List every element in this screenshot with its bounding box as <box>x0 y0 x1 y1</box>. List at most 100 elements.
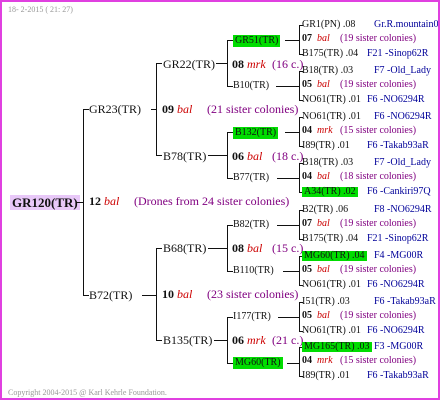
connector-line <box>277 225 299 226</box>
queen-b78[interactable]: B78(TR) <box>163 150 206 162</box>
drone-description: (19 sister colonies) <box>340 218 417 229</box>
connector-line <box>227 317 228 364</box>
sire-line-ref: F7 -Old_Lady <box>374 65 431 76</box>
drone-description: (15 sister colonies) <box>340 125 417 136</box>
queen-b135[interactable]: B135(TR) <box>163 334 212 346</box>
drone-origin-code: mrk <box>247 333 266 347</box>
connector-line <box>299 117 300 147</box>
connector-line <box>277 178 299 179</box>
connector-line <box>299 71 300 101</box>
drone-count-number: 12 <box>89 194 101 208</box>
connector-line <box>276 86 299 87</box>
queen-b10[interactable]: B10(TR) <box>233 81 269 91</box>
queen-gr23[interactable]: GR23(TR) <box>89 103 141 115</box>
drone-description: (23 sister colonies) <box>207 287 299 301</box>
queen-b68[interactable]: B68(TR) <box>163 242 206 254</box>
queen-b77[interactable]: B77(TR) <box>233 173 269 183</box>
drone-count-number: 05 <box>302 310 312 321</box>
connector-line <box>156 340 162 341</box>
sire-line-ref: F6 -NO6294R <box>374 111 432 122</box>
dam-line-ref: F6 -NO6294R <box>367 94 425 105</box>
connector-line <box>285 40 299 41</box>
sire-queen-ref[interactable]: NO61(TR) .01 <box>302 112 361 122</box>
connector-line <box>156 155 162 156</box>
drone-origin-code: bal <box>317 33 330 44</box>
connector-line <box>299 302 300 332</box>
drone-count-number: 05 <box>302 264 312 275</box>
connector-line <box>156 63 157 156</box>
dam-line-ref: F6 -NO6294R <box>367 279 425 290</box>
drone-origin-code: bal <box>177 287 193 301</box>
queen-b72[interactable]: B72(TR) <box>89 289 132 301</box>
dam-line-ref: F6 -Takab93aR <box>367 140 429 151</box>
sire-line-ref: F3 -MG00R <box>374 341 424 352</box>
dam-queen-ref[interactable]: A34(TR) .02 <box>302 187 358 197</box>
drone-description: (15 c.) <box>272 241 304 255</box>
drone-origin-code: mrk <box>317 355 333 366</box>
drone-origin-code: bal <box>317 79 330 90</box>
drone-origin-code: mrk <box>247 57 266 71</box>
drone-count-number: 08 <box>232 57 244 71</box>
connector-line <box>156 248 162 249</box>
drone-origin-code: mrk <box>317 125 333 136</box>
connector-line <box>283 271 299 272</box>
drone-description: (16 c.) <box>272 57 304 71</box>
drone-count-number: 09 <box>162 102 174 116</box>
connector-line <box>156 248 157 341</box>
connector-line <box>142 295 157 296</box>
connector-line <box>156 63 162 64</box>
drone-origin-code: bal <box>317 171 330 182</box>
sire-queen-ref[interactable]: GR1(PN) .08 <box>302 20 355 30</box>
drone-count-number: 04 <box>302 171 312 182</box>
dam-queen-ref[interactable]: NO61(TR) .01 <box>302 326 361 336</box>
dam-line-ref: F21 -Sinop62R <box>367 48 429 59</box>
connector-line <box>214 340 228 341</box>
pedigree-chart: 18- 2-2015 ( 21: 27) Copyright 2004-2015… <box>0 0 440 400</box>
sire-line-ref: F8 -NO6294R <box>374 204 432 215</box>
dam-queen-ref[interactable]: B175(TR) .04 <box>302 49 358 59</box>
sire-queen-ref[interactable]: MG165(TR) .03 <box>302 342 372 352</box>
connector-line <box>299 347 300 377</box>
dam-queen-ref[interactable]: I89(TR) .01 <box>302 371 350 381</box>
sire-queen-ref[interactable]: MG60(TR) .04 <box>302 251 367 261</box>
drone-count-number: 04 <box>302 125 312 136</box>
queen-mg60[interactable]: MG60(TR) <box>233 357 283 369</box>
connector-line <box>299 256 300 286</box>
queen-i177[interactable]: I177(TR) <box>233 312 271 322</box>
dam-line-ref: F6 -Cankiri97Q <box>367 186 431 197</box>
sire-line-ref: F6 -Takab93aR <box>374 296 436 307</box>
drone-description: (21 sister colonies) <box>207 102 299 116</box>
drone-count-number: 04 <box>302 355 312 366</box>
sire-queen-ref[interactable]: B18(TR) .03 <box>302 66 353 76</box>
sire-queen-ref[interactable]: B18(TR) .03 <box>302 158 353 168</box>
drone-origin-code: bal <box>104 194 120 208</box>
connector-line <box>208 248 228 249</box>
dam-queen-ref[interactable]: B175(TR) .04 <box>302 234 358 244</box>
drone-description: (18 sister colonies) <box>340 171 417 182</box>
queen-b82[interactable]: B82(TR) <box>233 220 269 230</box>
dam-queen-ref[interactable]: NO61(TR) .01 <box>302 280 361 290</box>
queen-b110[interactable]: B110(TR) <box>233 266 274 276</box>
drone-count-number: 06 <box>232 333 244 347</box>
drone-count-number: 10 <box>162 287 174 301</box>
connector-line <box>227 132 228 179</box>
dam-queen-ref[interactable]: I89(TR) .01 <box>302 141 350 151</box>
drone-description: (19 sister colonies) <box>340 79 417 90</box>
drone-origin-code: bal <box>317 218 330 229</box>
sire-line-ref: F7 -Old_Lady <box>374 157 431 168</box>
queen-gr51[interactable]: GR51(TR) <box>233 35 281 47</box>
connector-line <box>278 317 299 318</box>
drone-description: (Drones from 24 sister colonies) <box>134 194 290 208</box>
queen-gr22[interactable]: GR22(TR) <box>163 58 215 70</box>
drone-origin-code: bal <box>247 149 263 163</box>
sire-queen-ref[interactable]: I51(TR) .03 <box>302 297 350 307</box>
sire-line-ref: Gr.R.mountain06Q <box>374 19 439 30</box>
dam-queen-ref[interactable]: NO61(TR) .01 <box>302 95 361 105</box>
queen-b132[interactable]: B132(TR) <box>233 127 279 139</box>
connector-line <box>299 163 300 193</box>
drone-origin-code: bal <box>177 102 193 116</box>
sire-queen-ref[interactable]: B2(TR) .06 <box>302 205 348 215</box>
drone-origin-code: bal <box>317 310 330 321</box>
root-queen-label[interactable]: GR120(TR) <box>10 195 80 210</box>
drone-description: (15 sister colonies) <box>340 355 417 366</box>
